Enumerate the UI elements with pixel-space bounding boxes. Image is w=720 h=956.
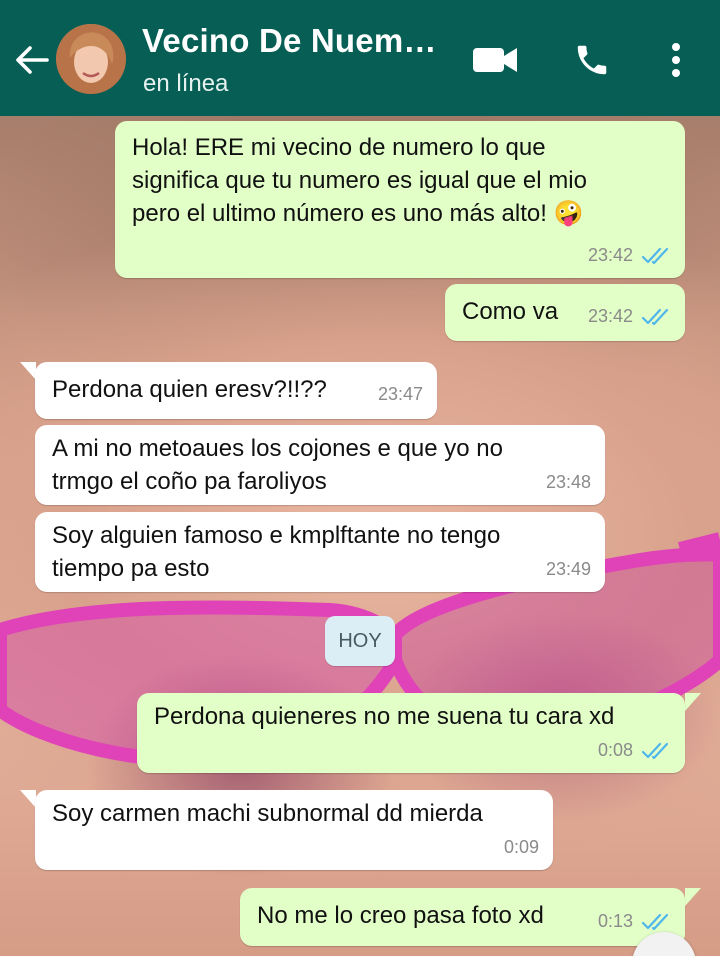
message-text: Soy carmen machi subnormal dd mierda <box>52 800 483 827</box>
message-time: 23:47 <box>377 384 423 404</box>
message-meta: 23:42 <box>588 300 671 333</box>
double-check-read-icon <box>641 247 669 264</box>
message-bubble-outgoing[interactable]: Perdona quieneres no me suena tu cara xd… <box>137 693 685 773</box>
bubble-tail <box>20 362 36 380</box>
message-time: 0:08 <box>597 740 633 760</box>
message-time: 23:49 <box>545 559 591 579</box>
message-time: 23:42 <box>587 245 633 265</box>
message-text: Hola! ERE mi vecino de numero lo que sig… <box>132 134 587 227</box>
message-bubble-outgoing[interactable]: Como va 23:42 <box>445 284 685 341</box>
message-bubble-outgoing[interactable]: No me lo creo pasa foto xd 0:13 <box>240 888 685 946</box>
message-bubble-outgoing[interactable]: Hola! ERE mi vecino de numero lo que sig… <box>115 121 685 278</box>
message-meta: 23:49 <box>546 553 591 586</box>
bubble-tail <box>685 888 701 906</box>
bubble-tail <box>20 790 36 808</box>
video-call-button[interactable] <box>471 36 519 84</box>
date-separator: HOY <box>325 616 395 666</box>
more-options-button[interactable] <box>652 36 700 84</box>
avatar-photo-icon <box>56 24 126 94</box>
message-text: Soy alguien famoso e kmplftante no tengo… <box>52 522 501 582</box>
message-time: 0:09 <box>503 837 539 857</box>
message-text: Perdona quien eresv?!!?? <box>52 376 327 403</box>
message-meta: 0:08 <box>598 734 671 767</box>
message-text: Perdona quieneres no me suena tu cara xd <box>154 703 615 730</box>
message-text: A mi no metoaues los cojones e que yo no… <box>52 435 503 495</box>
double-check-read-icon <box>641 742 669 759</box>
double-check-read-icon <box>641 913 669 930</box>
phone-icon <box>577 45 607 75</box>
double-check-read-icon <box>641 308 669 325</box>
message-bubble-incoming[interactable]: Perdona quien eresv?!!?? 23:47 <box>35 362 437 419</box>
message-meta: 0:09 <box>504 831 539 864</box>
message-time: 0:13 <box>597 911 633 931</box>
contact-name[interactable]: Vecino De Nuem… <box>142 22 437 60</box>
message-bubble-incoming[interactable]: Soy alguien famoso e kmplftante no tengo… <box>35 512 605 592</box>
contact-avatar[interactable] <box>56 24 126 94</box>
message-meta: 23:42 <box>588 239 671 272</box>
voice-call-button[interactable] <box>568 36 616 84</box>
bubble-tail <box>685 693 701 711</box>
message-meta: 23:47 <box>378 378 423 411</box>
message-bubble-incoming[interactable]: Soy carmen machi subnormal dd mierda 0:0… <box>35 790 553 870</box>
message-meta: 23:48 <box>546 466 591 499</box>
message-bubble-incoming[interactable]: A mi no metoaues los cojones e que yo no… <box>35 425 605 505</box>
arrow-left-icon <box>16 46 49 74</box>
back-button[interactable] <box>10 38 54 82</box>
video-camera-icon <box>473 48 517 72</box>
more-vertical-icon <box>672 43 680 77</box>
contact-status: en línea <box>143 70 229 97</box>
message-time: 23:48 <box>545 472 591 492</box>
message-time: 23:42 <box>587 306 633 326</box>
chat-screen: Vecino De Nuem… en línea Hola! ERE mi ve… <box>0 0 720 956</box>
chat-header: Vecino De Nuem… en línea <box>0 0 720 116</box>
